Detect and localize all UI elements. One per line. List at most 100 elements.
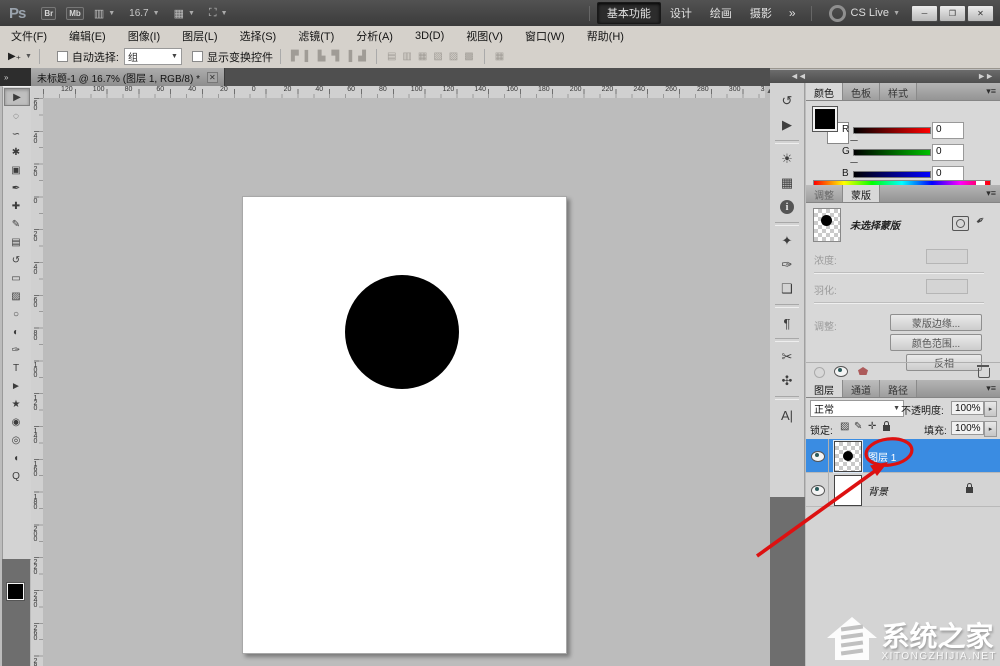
- layer-thumbnail[interactable]: [834, 441, 862, 472]
- brush-tool[interactable]: ✎: [3, 215, 29, 233]
- bridge-icon[interactable]: Br: [41, 7, 56, 20]
- dove-icon[interactable]: ✣: [770, 369, 804, 393]
- panel-menu-icon[interactable]: ▾≡: [986, 86, 996, 97]
- healing-brush-tool[interactable]: ✚: [3, 197, 29, 215]
- canvas-area[interactable]: [43, 98, 765, 666]
- menu-item[interactable]: 文件(F): [0, 28, 58, 44]
- color-range-button[interactable]: 颜色范围...: [890, 334, 982, 351]
- mask-edge-button[interactable]: 蒙版边缘...: [890, 314, 982, 331]
- channel-slider[interactable]: [853, 149, 931, 156]
- menu-item[interactable]: 分析(A): [345, 28, 404, 44]
- collapse-dock-icon[interactable]: ◄◄: [790, 71, 806, 81]
- layer-visibility-eye-icon[interactable]: [811, 451, 825, 462]
- restore-button[interactable]: ❐: [939, 5, 966, 22]
- 3d-orbit-tool[interactable]: ◎: [3, 431, 29, 449]
- paragraph-icon[interactable]: ¶: [770, 311, 804, 335]
- extras-picker[interactable]: ▦ ▼: [174, 7, 195, 20]
- color-tab[interactable]: 颜色: [806, 83, 843, 100]
- menu-item[interactable]: 图层(L): [171, 28, 228, 44]
- fill-input[interactable]: 100%: [951, 421, 984, 435]
- zoom-tool[interactable]: Q: [3, 467, 29, 485]
- clone-stamp-tool[interactable]: ▤: [3, 233, 29, 251]
- path-selection-tool[interactable]: ►: [3, 377, 29, 395]
- eyedropper-tool[interactable]: ✒: [3, 179, 29, 197]
- foreground-color-swatch[interactable]: [7, 583, 24, 600]
- crop-tool[interactable]: ▣: [3, 161, 29, 179]
- layer-name[interactable]: 图层 1: [868, 449, 896, 464]
- delete-mask-trash-icon[interactable]: [978, 368, 990, 378]
- panel-menu-icon[interactable]: ▾≡: [986, 188, 996, 199]
- layer-thumbnail[interactable]: [834, 475, 862, 506]
- channel-slider[interactable]: [853, 171, 931, 178]
- minimize-button[interactable]: ─: [911, 5, 938, 22]
- screen-mode-picker[interactable]: ⛶ ▼: [209, 7, 228, 20]
- brush-presets-icon[interactable]: ✑: [770, 253, 804, 277]
- quick-selection-tool[interactable]: ✱: [3, 143, 29, 161]
- mask-link-icon[interactable]: [814, 367, 825, 378]
- menu-item[interactable]: 编辑(E): [58, 28, 117, 44]
- masks-tab[interactable]: 蒙版: [843, 185, 880, 202]
- close-tab-icon[interactable]: ✕: [207, 72, 218, 83]
- workspace-button[interactable]: 设计: [661, 3, 701, 23]
- layer-name[interactable]: 背景: [868, 483, 888, 498]
- minibridge-icon[interactable]: Mb: [66, 7, 84, 20]
- move-tool-preset-icon[interactable]: ▶₊: [8, 51, 21, 62]
- layer-visibility-eye-icon[interactable]: [811, 485, 825, 496]
- show-transform-checkbox[interactable]: [192, 51, 203, 62]
- close-button[interactable]: ✕: [967, 5, 994, 22]
- workspace-button[interactable]: 基本功能: [597, 2, 661, 24]
- layer-row[interactable]: 图层 1: [806, 439, 1000, 473]
- clone-source-icon[interactable]: ❑: [770, 277, 804, 301]
- channel-value-input[interactable]: 0: [932, 122, 964, 139]
- masks-tab[interactable]: 调整: [806, 185, 843, 202]
- add-vector-mask-button[interactable]: ✒: [973, 213, 988, 229]
- workspace-button[interactable]: 摄影: [741, 3, 781, 23]
- apply-mask-icon[interactable]: [858, 367, 868, 375]
- add-pixel-mask-button[interactable]: [952, 216, 969, 231]
- opacity-stepper[interactable]: ▸: [984, 401, 997, 417]
- layout-picker[interactable]: ▥ ▼: [94, 7, 115, 20]
- black-circle-layer[interactable]: [345, 275, 459, 389]
- menu-item[interactable]: 3D(D): [404, 30, 455, 42]
- collapse-panels-icon[interactable]: ►►: [977, 71, 993, 81]
- lock-transparency-icon[interactable]: ▨: [840, 421, 849, 432]
- document-canvas[interactable]: [242, 196, 567, 654]
- lock-pixels-icon[interactable]: ✎: [854, 421, 862, 432]
- cs-live-button[interactable]: CS Live ▼: [829, 5, 900, 22]
- menu-item[interactable]: 视图(V): [455, 28, 514, 44]
- lock-all-icon[interactable]: [883, 425, 890, 431]
- menu-item[interactable]: 图像(I): [117, 28, 171, 44]
- channel-value-input[interactable]: 0: [932, 144, 964, 161]
- custom-shape-tool[interactable]: ★: [3, 395, 29, 413]
- menu-item[interactable]: 窗口(W): [514, 28, 576, 44]
- eraser-tool[interactable]: ▭: [3, 269, 29, 287]
- pen-tool[interactable]: ✑: [3, 341, 29, 359]
- workspace-button[interactable]: 绘画: [701, 3, 741, 23]
- tool-presets-icon[interactable]: ✦: [770, 229, 804, 253]
- fill-stepper[interactable]: ▸: [984, 421, 997, 437]
- foreground-color-swatch[interactable]: [813, 107, 837, 131]
- workspace-overflow-button[interactable]: »: [781, 6, 804, 20]
- document-tab[interactable]: 未标题-1 @ 16.7% (图层 1, RGB/8) * ✕: [31, 68, 225, 86]
- zoom-level-control[interactable]: 16.7 ▼: [129, 8, 159, 19]
- marquee-tool[interactable]: ◌: [3, 107, 29, 125]
- 3d-rotate-tool[interactable]: ◉: [3, 413, 29, 431]
- type-tool[interactable]: T: [3, 359, 29, 377]
- lasso-tool[interactable]: ∽: [3, 125, 29, 143]
- hand-tool[interactable]: ◖: [3, 449, 29, 467]
- gradient-tool[interactable]: ▨: [3, 287, 29, 305]
- menu-item[interactable]: 滤镜(T): [287, 28, 345, 44]
- blur-tool[interactable]: ○: [3, 305, 29, 323]
- menu-item[interactable]: 选择(S): [229, 28, 288, 44]
- mask-visibility-eye-icon[interactable]: [834, 366, 848, 377]
- history-brush-tool[interactable]: ↺: [3, 251, 29, 269]
- channel-slider[interactable]: [853, 127, 931, 134]
- info-icon[interactable]: i: [770, 195, 804, 219]
- color-tab[interactable]: 样式: [880, 83, 917, 100]
- actions-icon[interactable]: ▶: [770, 113, 804, 137]
- move-tool[interactable]: ▶: [4, 88, 30, 106]
- histogram-icon[interactable]: ▦: [770, 171, 804, 195]
- adjustments-icon[interactable]: ☀: [770, 147, 804, 171]
- scissors-icon[interactable]: ✂: [770, 345, 804, 369]
- character-panel-icon[interactable]: A|: [770, 403, 804, 427]
